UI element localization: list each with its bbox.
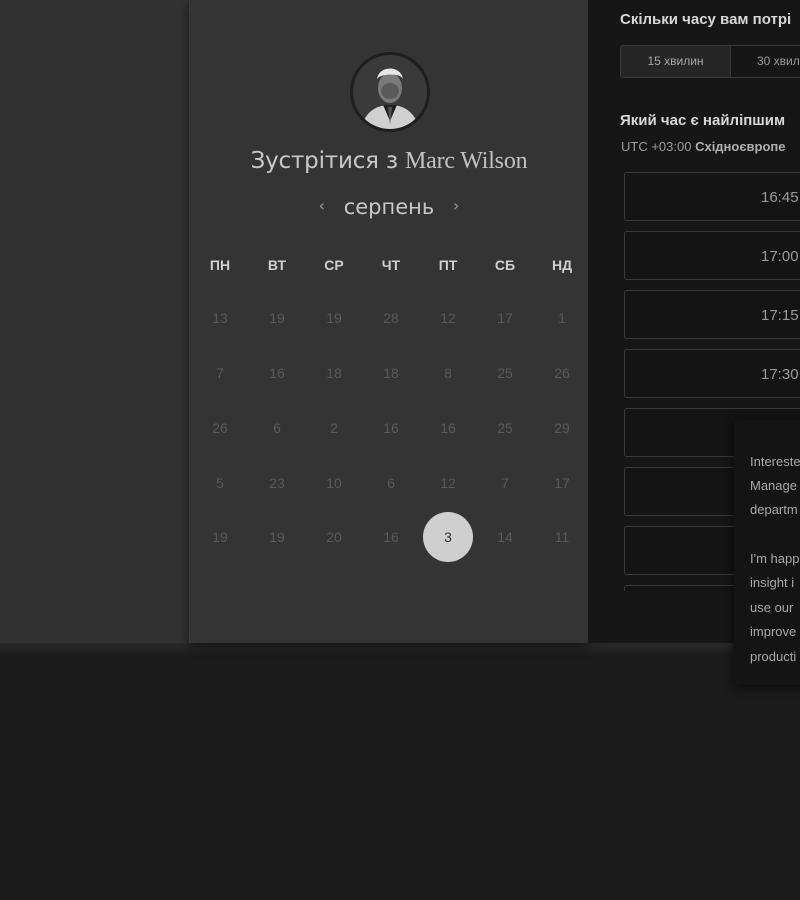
- weekday-sun: НД: [551, 257, 573, 273]
- calendar-day: 26: [554, 365, 570, 381]
- calendar-day: 28: [383, 310, 399, 326]
- prev-month-icon[interactable]: ‹: [319, 196, 325, 215]
- calendar-day: 16: [383, 420, 399, 436]
- calendar-day: 6: [273, 420, 281, 436]
- calendar-day: 16: [440, 420, 456, 436]
- calendar-day: 19: [269, 310, 285, 326]
- calendar-day: 19: [269, 529, 285, 545]
- weekday-fri: ПТ: [438, 257, 458, 273]
- calendar-day: 18: [383, 365, 399, 381]
- popup-text-line: Manage: [750, 478, 797, 493]
- calendar-day: 16: [383, 529, 399, 545]
- popup-text-line: insight i: [750, 575, 795, 590]
- calendar-day: 6: [387, 475, 395, 491]
- calendar-day: 17: [497, 310, 513, 326]
- weekday-mon: ПН: [209, 257, 231, 273]
- time-slot[interactable]: 16:45: [624, 172, 800, 221]
- calendar-day: 7: [501, 475, 509, 491]
- weekday-thu: ЧТ: [381, 257, 401, 273]
- calendar-day: 17: [554, 475, 570, 491]
- calendar-day: 18: [326, 365, 342, 381]
- calendar-day: 29: [554, 420, 570, 436]
- calendar-day: 25: [497, 365, 513, 381]
- calendar-day: 8: [444, 365, 452, 381]
- host-avatar: [350, 52, 430, 132]
- popup-text-line: I'm happ: [750, 551, 800, 566]
- duration-selector: 15 хвилин 30 хвил: [620, 45, 800, 78]
- calendar-day: 19: [326, 310, 342, 326]
- calendar-card: Зустрітися з Marc Wilson ‹ серпень › ПН …: [189, 0, 588, 643]
- calendar-day: 10: [326, 475, 342, 491]
- time-slot[interactable]: 17:00: [624, 231, 800, 280]
- calendar-day: 12: [440, 310, 456, 326]
- chat-popup[interactable]: Intereste Manage departm I'm happ insigh…: [734, 420, 800, 685]
- calendar-day: 7: [216, 365, 224, 381]
- time-slot[interactable]: 17:30: [624, 349, 800, 398]
- duration-15-button[interactable]: 15 хвилин: [621, 46, 731, 77]
- popup-text-line: departm: [750, 502, 798, 517]
- selected-day-number: 3: [444, 529, 452, 545]
- weekday-sat: СБ: [494, 257, 516, 273]
- month-label: серпень: [343, 195, 435, 219]
- page-shadow: [0, 643, 800, 657]
- calendar-day: 14: [497, 529, 513, 545]
- calendar-day: 23: [269, 475, 285, 491]
- popup-text-line: use our: [750, 600, 794, 615]
- time-question: Який час є найліпшим: [620, 112, 786, 129]
- timezone-offset: UTC +03:00: [621, 139, 692, 154]
- popup-text-line: improve: [750, 624, 797, 639]
- month-navigator: ‹ серпень ›: [190, 195, 588, 219]
- calendar-day: 5: [216, 475, 224, 491]
- meeting-title: Зустрітися з Marc Wilson: [190, 148, 588, 175]
- weekday-tue: ВТ: [267, 257, 287, 273]
- calendar-day: 19: [212, 529, 228, 545]
- time-slot[interactable]: 17:15: [624, 290, 800, 339]
- selected-day[interactable]: 3: [420, 512, 476, 562]
- calendar-day: 16: [269, 365, 285, 381]
- timezone-label: UTC +03:00 Східноєвропе: [621, 139, 786, 154]
- popup-text-line: producti: [750, 649, 797, 664]
- calendar-day: 11: [554, 529, 570, 545]
- calendar-day: 12: [440, 475, 456, 491]
- duration-question: Скільки часу вам потрі: [620, 11, 792, 28]
- next-month-icon[interactable]: ›: [453, 196, 459, 215]
- calendar-day: 26: [212, 420, 228, 436]
- weekday-wed: СР: [324, 257, 344, 273]
- calendar-day: 1: [558, 310, 566, 326]
- popup-text-line: Intereste: [750, 454, 800, 469]
- duration-30-button[interactable]: 30 хвил: [731, 46, 800, 77]
- calendar-day: 2: [330, 420, 338, 436]
- timezone-name: Східноєвропе: [695, 139, 786, 154]
- calendar-day: 20: [326, 529, 342, 545]
- title-prefix: Зустрітися з: [250, 148, 399, 174]
- calendar-day: 13: [212, 310, 228, 326]
- calendar-day: 25: [497, 420, 513, 436]
- host-name: Marc Wilson: [405, 148, 528, 174]
